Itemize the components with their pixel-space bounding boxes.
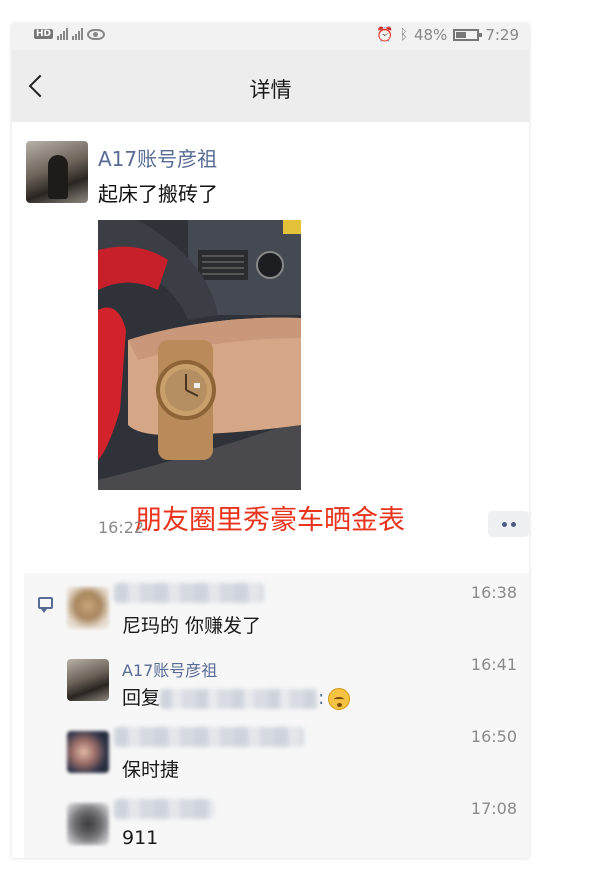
annotation-caption: 朋友圈里秀豪车晒金表	[135, 505, 405, 536]
commenter-avatar[interactable]	[67, 803, 109, 845]
reply-target-blurred	[160, 688, 319, 709]
post-text: 起床了搬砖了	[98, 182, 218, 206]
status-bar: HD ⏰ ᛒ 48% 7:29	[12, 24, 529, 50]
comment-item[interactable]: A17账号彦祖 16:41 回复:	[24, 645, 529, 715]
phone-screen: HD ⏰ ᛒ 48% 7:29 详情 A17账号彦祖 起床了搬砖了 朋友圈里秀豪…	[12, 24, 529, 858]
watch-photo-illustration	[98, 220, 301, 490]
post-time: 16:22	[98, 518, 145, 537]
signal-icon-2	[72, 28, 84, 40]
commenter-name-blurred	[114, 583, 264, 603]
reply-prefix: 回复	[122, 687, 161, 709]
post-author-name[interactable]: A17账号彦祖	[98, 143, 217, 172]
battery-icon	[453, 29, 483, 41]
commenter-name[interactable]: A17账号彦祖	[122, 657, 217, 681]
commenter-avatar[interactable]	[67, 731, 109, 773]
post-author-avatar[interactable]	[26, 141, 88, 203]
comment-time: 17:08	[470, 799, 517, 818]
comment-time: 16:50	[470, 727, 517, 746]
status-left: HD	[34, 28, 106, 40]
signal-icon	[57, 28, 69, 40]
post-photo-watch[interactable]	[98, 220, 301, 490]
commenter-avatar[interactable]	[67, 587, 109, 629]
status-right: ⏰ ᛒ 48% 7:29	[376, 26, 519, 44]
comment-text: 保时捷	[122, 759, 180, 781]
comment-text: 911	[122, 827, 159, 849]
comments-section: 16:38 尼玛的 你赚发了 A17账号彦祖 16:41 回复: 16:50 保…	[24, 573, 529, 858]
commenter-name-blurred	[114, 727, 304, 747]
commenter-name-blurred	[114, 799, 214, 819]
title-bar: 详情	[12, 50, 529, 122]
hd-badge: HD	[34, 29, 54, 39]
battery-percent: 48%	[413, 26, 448, 44]
eye-icon	[87, 28, 106, 40]
comment-text: 尼玛的 你赚发了	[122, 615, 262, 637]
page-title: 详情	[249, 78, 292, 102]
clock: 7:29	[485, 26, 519, 44]
comment-text: 回复:	[122, 683, 351, 710]
comment-item[interactable]: 17:08 911	[24, 789, 529, 858]
comment-time: 16:41	[470, 655, 517, 674]
alarm-icon: ⏰	[376, 27, 394, 43]
comment-item[interactable]: 16:50 保时捷	[24, 717, 529, 787]
reply-colon: :	[318, 687, 325, 709]
more-actions-button[interactable]	[488, 511, 529, 537]
commenter-avatar[interactable]	[67, 659, 109, 701]
comment-time: 16:38	[470, 583, 517, 602]
comment-item[interactable]: 16:38 尼玛的 你赚发了	[24, 573, 529, 643]
bluetooth-icon: ᛒ	[399, 27, 408, 43]
relieved-emoji-icon	[328, 687, 351, 710]
